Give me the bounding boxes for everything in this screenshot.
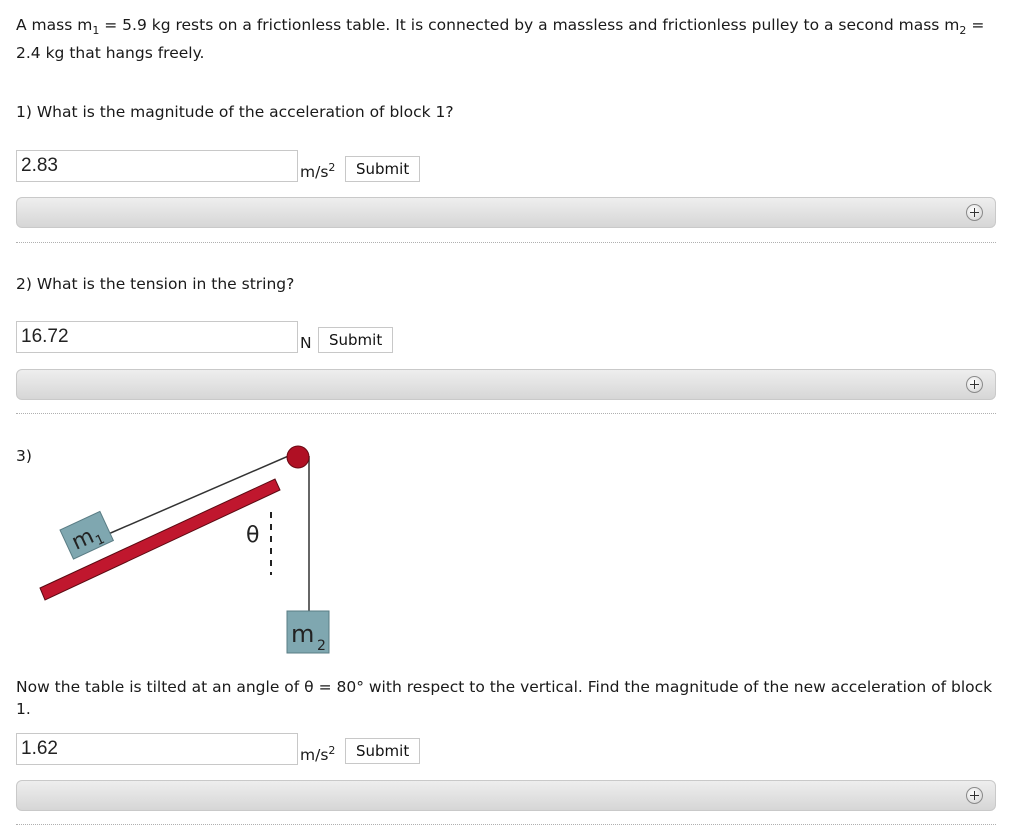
unit-base: m/s [300,163,329,181]
question-2-label: 2) What is the tension in the string? [16,275,295,293]
answer-1-input[interactable] [16,150,298,182]
block-m2-label: m [291,620,314,648]
pulley [286,445,310,469]
divider [16,242,996,243]
answer-2-unit: N [300,329,312,353]
unit-exponent: 2 [328,161,336,174]
answer-1-unit: m/s2 [300,158,335,182]
question-1-label: 1) What is the magnitude of the accelera… [16,103,454,121]
block-m2: m 2 [286,610,330,654]
unit-exponent: 2 [328,744,336,757]
tilted-table-diagram: m 1 θ m 2 [39,445,330,654]
intro-text: = 5.9 kg rests on a frictionless table. … [99,16,960,34]
intro-text: A mass m [16,16,93,34]
problem-statement: A mass m1 = 5.9 kg rests on a frictionle… [16,14,1006,64]
answer-2-input[interactable] [16,321,298,353]
plus-circle-icon[interactable] [966,376,983,393]
hint-bar-1[interactable] [16,197,996,228]
plus-circle-icon[interactable] [966,204,983,221]
hint-bar-2[interactable] [16,369,996,400]
answer-3-input[interactable] [16,733,298,765]
submit-1-button[interactable]: Submit [345,156,421,182]
unit-base: N [300,334,312,352]
question-3-description: Now the table is tilted at an angle of θ… [16,678,993,718]
submit-3-button[interactable]: Submit [345,738,421,764]
divider [16,413,996,414]
divider [16,824,996,825]
angle-label: θ [246,523,259,548]
unit-base: m/s [300,746,329,764]
block-m2-subscript: 2 [317,638,326,654]
submit-2-button[interactable]: Submit [318,327,394,353]
plus-circle-icon[interactable] [966,787,983,804]
block-m1: m 1 [59,510,115,560]
answer-3-unit: m/s2 [300,741,335,765]
hint-bar-3[interactable] [16,780,996,811]
